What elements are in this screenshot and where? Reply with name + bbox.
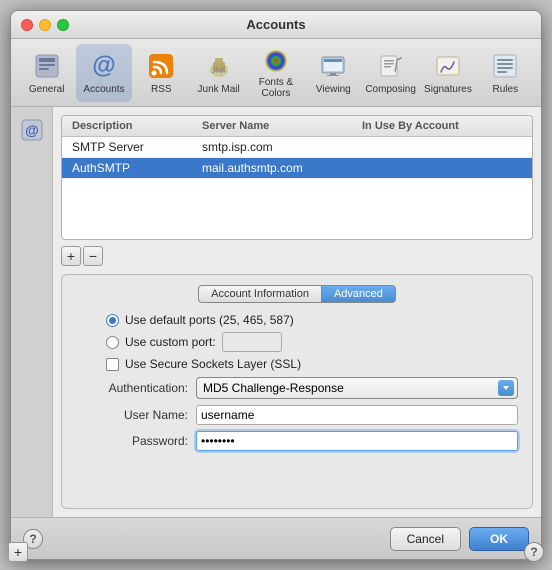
toolbar-item-signatures[interactable]: Signatures (420, 44, 475, 102)
custom-port-input[interactable] (222, 332, 282, 352)
table-controls: + − (61, 246, 533, 266)
segmented-control: Account Information Advanced (76, 285, 518, 303)
toolbar-item-rss[interactable]: RSS (134, 44, 189, 102)
main-panel: Description Server Name In Use By Accoun… (53, 107, 541, 517)
authentication-select-wrapper: MD5 Challenge-Response (196, 377, 518, 399)
smtp-row-2-server: mail.authsmtp.com (202, 161, 362, 175)
minimize-button[interactable] (39, 19, 51, 31)
fonts-colors-label: Fonts & Colors (250, 77, 301, 99)
smtp-table-body: SMTP Server smtp.isp.com AuthSMTP mail.a… (62, 137, 532, 239)
tab-account-info[interactable]: Account Information (198, 285, 321, 303)
col-in-use: In Use By Account (358, 118, 526, 134)
sidebar-account-icon: @ (20, 118, 44, 147)
cancel-button[interactable]: Cancel (390, 527, 461, 551)
window-title: Accounts (246, 17, 305, 32)
password-row: Password: (76, 431, 518, 451)
default-ports-row: Use default ports (25, 465, 587) (76, 313, 518, 327)
toolbar-item-composing[interactable]: Composing (363, 44, 418, 102)
smtp-row-1[interactable]: SMTP Server smtp.isp.com (62, 137, 532, 158)
default-ports-label: Use default ports (25, 465, 587) (125, 313, 294, 327)
main-window: Accounts General @ Accounts (10, 10, 542, 560)
col-server-name: Server Name (198, 118, 358, 134)
svg-text:JNK: JNK (211, 66, 227, 75)
add-smtp-button[interactable]: + (61, 246, 81, 266)
sidebar: @ (11, 107, 53, 517)
ssl-checkbox[interactable] (106, 358, 119, 371)
accounts-icon: @ (88, 50, 120, 82)
signatures-label: Signatures (424, 84, 472, 95)
toolbar-item-rules[interactable]: Rules (478, 44, 533, 102)
composing-icon (375, 50, 407, 82)
outer-add-button[interactable]: + (8, 542, 28, 562)
username-input[interactable] (196, 405, 518, 425)
smtp-table-header: Description Server Name In Use By Accoun… (62, 116, 532, 137)
smtp-row-2[interactable]: AuthSMTP mail.authsmtp.com (62, 158, 532, 179)
smtp-row-1-description: SMTP Server (72, 140, 202, 154)
fonts-colors-icon (260, 47, 292, 75)
authentication-label: Authentication: (76, 381, 196, 395)
authentication-row: Authentication: MD5 Challenge-Response (76, 377, 518, 399)
username-row: User Name: (76, 405, 518, 425)
close-button[interactable] (21, 19, 33, 31)
password-input[interactable] (196, 431, 518, 451)
authentication-select[interactable]: MD5 Challenge-Response (196, 377, 518, 399)
info-panel: Account Information Advanced Use default… (61, 274, 533, 509)
ssl-label: Use Secure Sockets Layer (SSL) (125, 357, 301, 371)
bottom-actions: Cancel OK (390, 527, 529, 551)
composing-label: Composing (365, 84, 416, 95)
rules-label: Rules (493, 84, 519, 95)
toolbar-item-fonts-colors[interactable]: Fonts & Colors (248, 44, 303, 102)
viewing-icon (317, 50, 349, 82)
smtp-empty-space (62, 179, 532, 239)
general-label: General (29, 84, 65, 95)
username-label: User Name: (76, 408, 196, 422)
toolbar: General @ Accounts RSS (11, 39, 541, 107)
toolbar-item-junk-mail[interactable]: JNK Junk Mail (191, 44, 246, 102)
rss-label: RSS (151, 84, 172, 95)
general-icon (31, 50, 63, 82)
smtp-row-1-server: smtp.isp.com (202, 140, 362, 154)
toolbar-item-general[interactable]: General (19, 44, 74, 102)
tab-advanced[interactable]: Advanced (321, 285, 396, 303)
signatures-icon (432, 50, 464, 82)
col-description: Description (68, 118, 198, 134)
rules-icon (489, 50, 521, 82)
traffic-lights (21, 19, 69, 31)
junk-mail-icon: JNK (203, 50, 235, 82)
ssl-row: Use Secure Sockets Layer (SSL) (76, 357, 518, 371)
maximize-button[interactable] (57, 19, 69, 31)
password-label: Password: (76, 434, 196, 448)
junk-mail-label: Junk Mail (198, 84, 240, 95)
outer-help-button[interactable]: ? (524, 542, 544, 562)
viewing-label: Viewing (316, 84, 351, 95)
custom-port-row: Use custom port: (76, 332, 518, 352)
bottom-bar: ? Cancel OK (11, 517, 541, 559)
ok-button[interactable]: OK (469, 527, 529, 551)
content-area: @ Description Server Name In Use By Acco… (11, 107, 541, 517)
smtp-row-2-description: AuthSMTP (72, 161, 202, 175)
remove-smtp-button[interactable]: − (83, 246, 103, 266)
titlebar: Accounts (11, 11, 541, 39)
accounts-label: Accounts (83, 84, 124, 95)
toolbar-item-viewing[interactable]: Viewing (306, 44, 361, 102)
smtp-table: Description Server Name In Use By Accoun… (61, 115, 533, 240)
sidebar-account-item[interactable]: @ (15, 115, 49, 149)
toolbar-item-accounts[interactable]: @ Accounts (76, 44, 131, 102)
rss-icon (145, 50, 177, 82)
custom-port-radio[interactable] (106, 336, 119, 349)
default-ports-radio[interactable] (106, 314, 119, 327)
svg-text:@: @ (25, 122, 39, 138)
custom-port-label: Use custom port: (125, 335, 216, 349)
